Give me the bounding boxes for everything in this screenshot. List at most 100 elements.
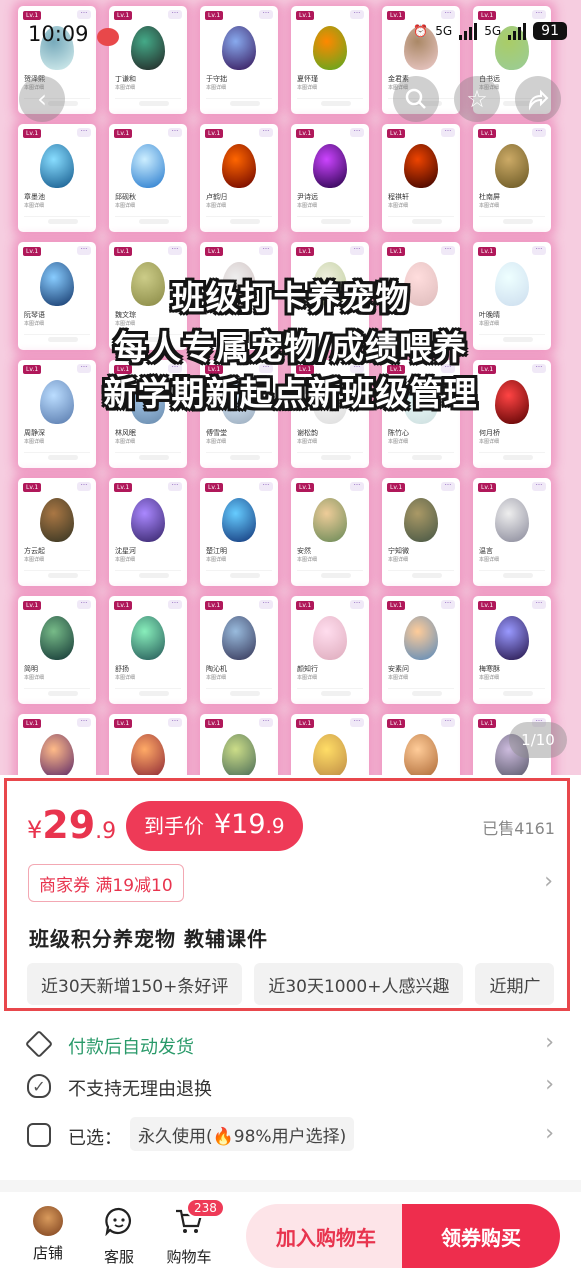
refund-text: 不支持无理由退换: [68, 1079, 212, 1100]
level-badge: Lv.1: [114, 247, 133, 256]
back-button[interactable]: ‹: [19, 76, 65, 122]
refund-row[interactable]: ✓ 不支持无理由退换 ›: [0, 1066, 581, 1106]
product-title: 班级积分养宠物 教辅课件: [29, 927, 268, 951]
level-badge: Lv.1: [478, 247, 497, 256]
pet-card: Lv.1 ···: [382, 714, 460, 775]
pet-egg-image: [40, 616, 74, 660]
price-integer: 29: [42, 803, 96, 847]
pet-card-footer: [388, 570, 454, 579]
pet-owner-name: 傅雪堂: [206, 429, 227, 437]
chosen-row[interactable]: 已选： 永久使用(🔥98%用户选择) ›: [0, 1115, 581, 1155]
pet-card-subtitle: 本图详细: [479, 321, 500, 327]
pet-card: Lv.1 ··· 沈星河 本图详细: [109, 478, 187, 586]
search-icon: [405, 88, 426, 109]
pet-egg-image: [131, 616, 165, 660]
level-badge: Lv.1: [387, 483, 406, 492]
alarm-icon: ⏰: [413, 24, 429, 38]
pet-owner-name: 尹诗远: [297, 193, 318, 201]
gallery-page-counter: 1/10: [509, 722, 567, 758]
battery-indicator: 91: [533, 22, 567, 40]
more-icon: ···: [77, 246, 91, 255]
pet-card-subtitle: 本图详细: [479, 203, 500, 209]
pet-card: Lv.1 ··· 邱砚秋 本图详细: [109, 124, 187, 232]
pet-card-subtitle: 本图详细: [388, 203, 409, 209]
product-page: Lv.1 ··· 贺泽熙 本图详细 Lv.1 ··· 丁谦和 本图详细 Lv.1 ··· 于守拙 本图…: [0, 0, 581, 1280]
chat-icon: [105, 1207, 131, 1237]
level-badge: Lv.1: [296, 483, 315, 492]
pet-owner-name: 安素问: [388, 665, 409, 673]
more-icon: ···: [441, 600, 455, 609]
chosen-option[interactable]: 永久使用(🔥98%用户选择): [130, 1117, 355, 1151]
level-badge: Lv.1: [296, 129, 315, 138]
pet-card-footer: [24, 216, 90, 225]
pet-card-footer: [24, 570, 90, 579]
section-divider: [0, 1180, 581, 1192]
more-icon: ···: [168, 246, 182, 255]
level-badge: Lv.1: [114, 601, 133, 610]
favorite-button[interactable]: ☆: [454, 76, 500, 122]
deal-price-badge: 到手价 ¥19 .9: [126, 801, 303, 851]
chevron-right-icon[interactable]: ›: [544, 869, 553, 894]
more-icon: ···: [532, 128, 546, 137]
signal-icon-2: [508, 22, 527, 40]
level-badge: Lv.1: [205, 719, 224, 728]
pet-card-subtitle: 本图详细: [479, 557, 500, 563]
pet-owner-name: 方云起: [24, 547, 45, 555]
buy-with-coupon-button[interactable]: 领券购买: [402, 1204, 560, 1268]
pet-card: Lv.1 ··· 温言 本图详细: [473, 478, 551, 586]
share-icon: [528, 89, 549, 111]
pet-egg-image: [131, 498, 165, 542]
pet-owner-name: 安然: [297, 547, 311, 555]
pet-owner-name: 卢鹤归: [206, 193, 227, 201]
highlight-tag[interactable]: 近期广: [475, 963, 555, 1005]
product-gallery[interactable]: Lv.1 ··· 贺泽熙 本图详细 Lv.1 ··· 丁谦和 本图详细 Lv.1 ··· 于守拙 本图…: [0, 0, 581, 775]
pet-card-footer: [297, 98, 363, 107]
pet-card: Lv.1 ··· 尹诗远 本图详细: [291, 124, 369, 232]
pet-card-subtitle: 本图详细: [388, 675, 409, 681]
shipping-row[interactable]: 付款后自动发货 ›: [0, 1024, 581, 1064]
pet-owner-name: 邱砚秋: [115, 193, 136, 201]
pet-card-footer: [479, 216, 545, 225]
pet-card-footer: [297, 570, 363, 579]
level-badge: Lv.1: [387, 129, 406, 138]
pet-egg-image: [222, 616, 256, 660]
network-5g-1: 5G: [435, 24, 453, 38]
pet-card-footer: [206, 452, 272, 461]
pet-card: Lv.1 ··· 方云起 本图详细: [18, 478, 96, 586]
highlight-tag[interactable]: 近30天1000+人感兴趣: [254, 963, 464, 1005]
more-icon: ···: [168, 128, 182, 137]
add-to-cart-button[interactable]: 加入购物车: [246, 1204, 406, 1268]
search-button[interactable]: [393, 76, 439, 122]
pet-card-footer: [206, 688, 272, 697]
pet-card-subtitle: 本图详细: [297, 439, 318, 445]
level-badge: Lv.1: [387, 247, 406, 256]
pet-egg-image: [222, 144, 256, 188]
pet-card-footer: [479, 688, 545, 697]
bag-icon: [27, 1123, 51, 1147]
back-icon: ‹: [37, 85, 47, 113]
level-badge: Lv.1: [23, 483, 42, 492]
more-icon: ···: [441, 718, 455, 727]
more-icon: ···: [77, 718, 91, 727]
level-badge: Lv.1: [114, 483, 133, 492]
pet-card-subtitle: 本图详细: [115, 203, 136, 209]
pet-owner-name: 谢松韵: [297, 429, 318, 437]
highlight-tag[interactable]: 近30天新增150+条好评: [27, 963, 243, 1005]
level-badge: Lv.1: [205, 247, 224, 256]
more-icon: ···: [532, 246, 546, 255]
price-decimal: .9: [95, 819, 117, 844]
pet-egg-image: [313, 734, 347, 775]
coupon-tag[interactable]: 商家券 满19减10: [28, 864, 184, 902]
share-button[interactable]: [515, 76, 561, 122]
more-icon: ···: [77, 600, 91, 609]
pet-owner-name: 丁谦和: [115, 75, 136, 83]
pet-card: Lv.1 ··· 简明 本图详细: [18, 596, 96, 704]
pet-card-subtitle: 本图详细: [24, 203, 45, 209]
shop-button[interactable]: 店铺: [18, 1206, 78, 1263]
status-indicators: ⏰ 5G 5G 91: [413, 22, 567, 40]
pet-card-subtitle: 本图详细: [206, 675, 227, 681]
pet-egg-image: [495, 616, 529, 660]
pet-card-subtitle: 本图详细: [115, 439, 136, 445]
customer-service-button[interactable]: 客服: [89, 1206, 149, 1267]
pet-egg-image: [40, 144, 74, 188]
